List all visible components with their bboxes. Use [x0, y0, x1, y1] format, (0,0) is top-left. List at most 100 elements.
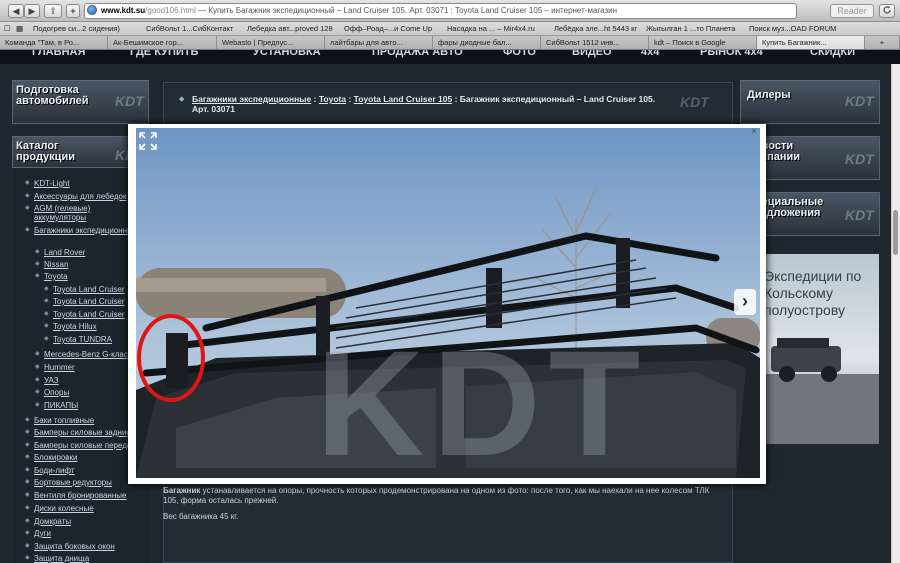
url-page-title: — Купить Багажник экспедиционный – Land …: [195, 6, 618, 15]
refresh-button[interactable]: [879, 4, 895, 18]
product-photo: KDT: [136, 128, 760, 478]
catalog-subitem[interactable]: Toyota Land Cruiser: [44, 310, 125, 319]
nav-item[interactable]: СКИДКИ: [810, 50, 855, 58]
nav-item[interactable]: УСТАНОВКА: [253, 50, 321, 58]
catalog-subitem[interactable]: ПИКАПЫ: [35, 401, 78, 410]
breadcrumb-link[interactable]: Toyota: [319, 94, 346, 104]
address-bar[interactable]: www.kdt.su/good106.html — Купить Багажни…: [84, 3, 797, 19]
breadcrumb-bullet-icon: ◆: [179, 96, 185, 103]
catalog-item[interactable]: Защита днища: [25, 554, 89, 563]
nav-item[interactable]: РЫНОК 4x4: [700, 50, 763, 58]
tab-bar: Команда "Там, в Ро... Ак-Бешимское гор..…: [0, 36, 900, 50]
bookmark-item[interactable]: Лебёдка эле...ht 5443 кг: [554, 24, 637, 33]
browser-tab[interactable]: Webasto | Предпус...: [217, 36, 325, 49]
breadcrumb: Багажники экспедиционные : Toyota : Toyo…: [192, 94, 672, 114]
fullscreen-icon: [139, 132, 157, 150]
globe-icon: [87, 5, 97, 15]
catalog-subitem[interactable]: Toyota Land Cruiser: [44, 285, 125, 294]
nav-item[interactable]: ГДЕ КУПИТЬ: [130, 50, 198, 58]
browser-tab[interactable]: лайтбары для авто...: [325, 36, 433, 49]
catalog-item[interactable]: Защита боковых окон: [25, 542, 115, 551]
add-tab-button[interactable]: +: [865, 36, 900, 49]
browser-tab[interactable]: Команда "Там, в Ро...: [0, 36, 108, 49]
kdt-logo: KDT: [845, 93, 874, 109]
reading-list-icon[interactable]: ☐: [4, 24, 11, 33]
catalog-item[interactable]: Вентиля бронированные: [25, 491, 127, 500]
forward-button[interactable]: ▶: [24, 4, 40, 18]
new-tab-button[interactable]: +: [66, 4, 80, 18]
browser-toolbar: ◀ ▶ ⇪ + www.kdt.su/good106.html — Купить…: [0, 0, 900, 22]
preparation-panel[interactable]: Подготовка автомобилей KDT: [12, 80, 149, 124]
page-scrollbar[interactable]: [891, 64, 900, 563]
kdt-logo: KDT: [845, 207, 874, 223]
catalog-item[interactable]: Домкраты: [25, 517, 71, 526]
bookmark-item[interactable]: Насадка на ... – Mir4x4.ru: [447, 24, 535, 33]
catalog-item[interactable]: Боди-лифт: [25, 466, 74, 475]
bookmark-item[interactable]: Поиск муз...OAD FORUM: [749, 24, 836, 33]
catalog-item[interactable]: Бамперы силовые передние: [25, 441, 140, 450]
photo-watermark: KDT: [316, 319, 649, 478]
catalog-subitem[interactable]: Nissan: [35, 260, 69, 269]
catalog-item[interactable]: KDT-Light: [25, 179, 69, 188]
catalog-subitem[interactable]: Toyota Hilux: [44, 322, 96, 331]
catalog-item[interactable]: Аксессуары для лебедок: [25, 192, 127, 201]
bookmark-item[interactable]: Лебедка авт...proved 128: [247, 24, 333, 33]
description-bold: Багажник: [163, 486, 201, 495]
breadcrumb-separator: :: [346, 94, 354, 104]
site-navigation: ГЛАВНАЯ ГДЕ КУПИТЬ УСТАНОВКА ПРОДАЖА АВТ…: [0, 50, 900, 64]
description-text: устанавливается на опоры, прочность кото…: [163, 486, 710, 505]
kdt-logo: KDT: [680, 94, 709, 110]
breadcrumb-separator: :: [311, 94, 319, 104]
catalog-subitem[interactable]: Toyota: [35, 272, 67, 281]
catalog-item[interactable]: Баки топливные: [25, 416, 94, 425]
catalog-item[interactable]: Бамперы силовые задние: [25, 428, 131, 437]
panel-title: Дилеры: [747, 89, 791, 101]
bookmark-item[interactable]: СибВольт 1...СибКонтакт: [146, 24, 233, 33]
browser-tab[interactable]: kdt – Поиск в Google: [649, 36, 757, 49]
panel-title: Каталог продукции: [16, 140, 75, 163]
banner-text: Экспедиции по Кольскому полуострову: [764, 268, 862, 318]
catalog-item[interactable]: Дуги: [25, 529, 51, 538]
kdt-logo: KDT: [115, 93, 144, 109]
browser-tab[interactable]: фары диодные бал...: [433, 36, 541, 49]
next-arrow-button[interactable]: ›: [734, 289, 756, 315]
dealers-panel[interactable]: Дилеры KDT: [740, 80, 880, 124]
bookmarks-bar: ☐ ▦ Подогрев си...2 сидения) СибВольт 1.…: [0, 22, 900, 36]
nav-item[interactable]: 4x4: [641, 50, 659, 58]
catalog-subitem[interactable]: Toyota TUNDRA: [44, 335, 112, 344]
back-button[interactable]: ◀: [8, 4, 24, 18]
url-path: /good106.html: [145, 6, 196, 15]
catalog-subitem[interactable]: УАЗ: [35, 376, 58, 385]
browser-tab-active[interactable]: Купить Багажник...: [757, 36, 865, 49]
catalog-item[interactable]: Блокировки: [25, 453, 78, 462]
share-button[interactable]: ⇪: [44, 4, 62, 18]
catalog-subitem[interactable]: Hummer: [35, 363, 75, 372]
catalog-item[interactable]: Бортовые редукторы: [25, 478, 112, 487]
product-description: Багажник устанавливается на опоры, прочн…: [163, 486, 723, 506]
reader-button[interactable]: Reader: [830, 4, 874, 18]
catalog-subitem[interactable]: Mercedes-Benz G-класс: [35, 350, 132, 359]
catalog-subitem[interactable]: Toyota Land Cruiser: [44, 297, 125, 306]
browser-tab[interactable]: СибВольт 1512 инв...: [541, 36, 649, 49]
browser-tab[interactable]: Ак-Бешимское гор...: [108, 36, 217, 49]
nav-item[interactable]: ФОТО: [503, 50, 536, 58]
close-button[interactable]: ×: [748, 126, 760, 138]
nav-item[interactable]: ГЛАВНАЯ: [32, 50, 85, 58]
catalog-subitem[interactable]: Land Rover: [35, 248, 85, 257]
bookmark-item[interactable]: Офф–Роад–...и Come Up: [344, 24, 432, 33]
nav-item[interactable]: ПРОДАЖА АВТО: [372, 50, 463, 58]
catalog-item[interactable]: Диски колесные: [25, 504, 94, 513]
refresh-icon: [883, 5, 891, 14]
bookmark-item[interactable]: Жыгылган 1 ...то Планета: [646, 24, 735, 33]
url-domain: www.kdt.su: [101, 6, 146, 15]
bookmark-item[interactable]: Подогрев си...2 сидения): [33, 24, 120, 33]
breadcrumb-link[interactable]: Toyota Land Cruiser 105: [354, 94, 453, 104]
breadcrumb-link[interactable]: Багажники экспедиционные: [192, 94, 311, 104]
kdt-logo: KDT: [845, 151, 874, 167]
nav-item[interactable]: ВИДЕО: [572, 50, 612, 58]
bookmarks-grid-icon[interactable]: ▦: [16, 24, 23, 33]
product-weight: Вес багажника 45 кг.: [163, 512, 239, 521]
catalog-subitem[interactable]: Опоры: [35, 388, 69, 397]
scrollbar-thumb[interactable]: [893, 210, 898, 255]
expand-icon[interactable]: [138, 131, 158, 151]
